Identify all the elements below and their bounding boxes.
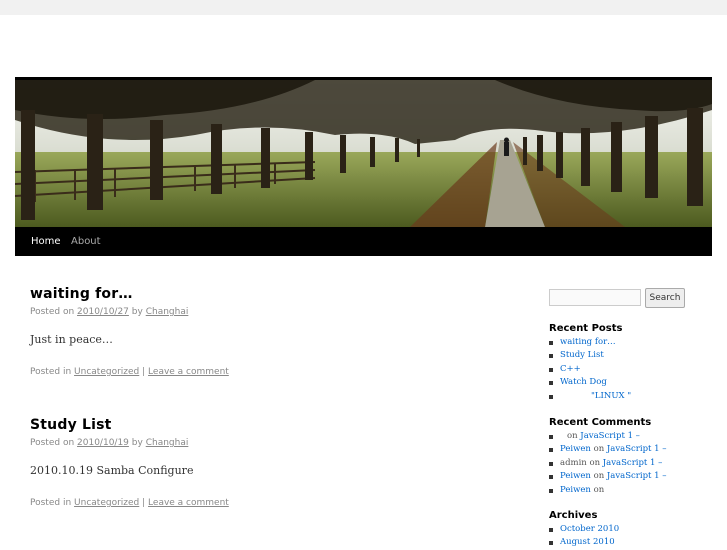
posted-in-label: Posted in [30, 498, 72, 508]
comment-author: admin [560, 457, 587, 468]
recent-post-link[interactable]: Study List [560, 350, 604, 360]
nav-home-link[interactable]: Home [23, 227, 69, 256]
comment-on-label: on [589, 457, 601, 468]
list-item: "LINUX " [549, 390, 719, 403]
recent-post-link[interactable]: C++ [560, 364, 581, 374]
post-content: Just in peace… [30, 333, 113, 346]
archive-link[interactable]: August 2010 [560, 537, 615, 547]
comment-on-label: on [593, 484, 605, 495]
posted-in-label: Posted in [30, 367, 72, 377]
leave-comment-link[interactable]: Leave a comment [148, 367, 229, 377]
list-item: August 2010 [549, 536, 719, 549]
post-title-link[interactable]: Study List [30, 417, 510, 433]
meta-separator: | [142, 367, 146, 377]
post-date-link[interactable]: 2010/10/19 [77, 438, 129, 448]
archives-title: Archives [549, 510, 598, 521]
post-entry: waiting for… Posted on 2010/10/27 by Cha… [30, 286, 510, 377]
comment-author-link[interactable]: Peiwen [560, 471, 591, 481]
list-item: Peiwen on JavaScript 1 – [549, 443, 719, 456]
meta-separator: | [142, 498, 146, 508]
list-item: on JavaScript 1 – [549, 430, 719, 443]
search-input[interactable] [549, 289, 641, 306]
recent-comments-widget: Recent Comments on JavaScript 1 – Peiwen… [549, 417, 719, 497]
list-item: October 2010 [549, 523, 719, 536]
search-button[interactable]: Search [645, 288, 685, 308]
browser-top-strip [0, 0, 727, 15]
comment-post-link[interactable]: JavaScript 1 – [607, 471, 667, 481]
list-item: Peiwen on JavaScript 1 – [549, 470, 719, 483]
comment-post-link[interactable]: JavaScript 1 – [580, 431, 640, 441]
post-date-link[interactable]: 2010/10/27 [77, 307, 129, 317]
by-label: by [131, 438, 143, 448]
category-link[interactable]: Uncategorized [74, 367, 139, 377]
category-link[interactable]: Uncategorized [74, 498, 139, 508]
recent-posts-title: Recent Posts [549, 323, 623, 334]
comment-author-link[interactable]: Peiwen [560, 444, 591, 454]
leave-comment-link[interactable]: Leave a comment [148, 498, 229, 508]
post-utility: Posted in Uncategorized | Leave a commen… [30, 498, 510, 508]
posted-on-label: Posted on [30, 438, 75, 448]
comment-author-link[interactable]: Peiwen [560, 485, 591, 495]
post-utility: Posted in Uncategorized | Leave a commen… [30, 367, 510, 377]
header-banner-image [15, 80, 712, 227]
post-author-link[interactable]: Changhai [146, 438, 189, 448]
comment-on-label: on [593, 444, 605, 455]
recent-post-link[interactable]: "LINUX " [560, 391, 631, 401]
archives-widget: Archives October 2010 August 2010 [549, 510, 719, 550]
recent-post-link[interactable]: Watch Dog [560, 377, 607, 387]
recent-posts-widget: Recent Posts waiting for… Study List C++… [549, 323, 719, 403]
list-item: admin on JavaScript 1 – [549, 457, 719, 470]
nav-about-link[interactable]: About [63, 227, 109, 256]
post-content: 2010.10.19 Samba Configure [30, 464, 194, 477]
comment-on-label: on [593, 471, 605, 482]
post-author-link[interactable]: Changhai [146, 307, 189, 317]
posted-on-label: Posted on [30, 307, 75, 317]
comment-post-link[interactable]: JavaScript 1 – [603, 458, 663, 468]
list-item: waiting for… [549, 336, 719, 349]
archive-link[interactable]: October 2010 [560, 524, 619, 534]
recent-post-link[interactable]: waiting for… [560, 337, 616, 347]
main-navigation: Home About [15, 227, 712, 256]
tree-avenue-illustration [15, 80, 712, 227]
list-item: Watch Dog [549, 376, 719, 389]
recent-comments-title: Recent Comments [549, 417, 652, 428]
by-label: by [131, 307, 143, 317]
list-item: Study List [549, 349, 719, 362]
comment-post-link[interactable]: JavaScript 1 – [607, 444, 667, 454]
post-meta: Posted on 2010/10/27 by Changhai [30, 307, 510, 317]
post-title-link[interactable]: waiting for… [30, 286, 510, 302]
list-item: C++ [549, 363, 719, 376]
list-item: Peiwen on [549, 484, 719, 497]
comment-on-label: on [567, 431, 578, 441]
post-entry: Study List Posted on 2010/10/19 by Chang… [30, 417, 510, 508]
post-meta: Posted on 2010/10/19 by Changhai [30, 438, 510, 448]
